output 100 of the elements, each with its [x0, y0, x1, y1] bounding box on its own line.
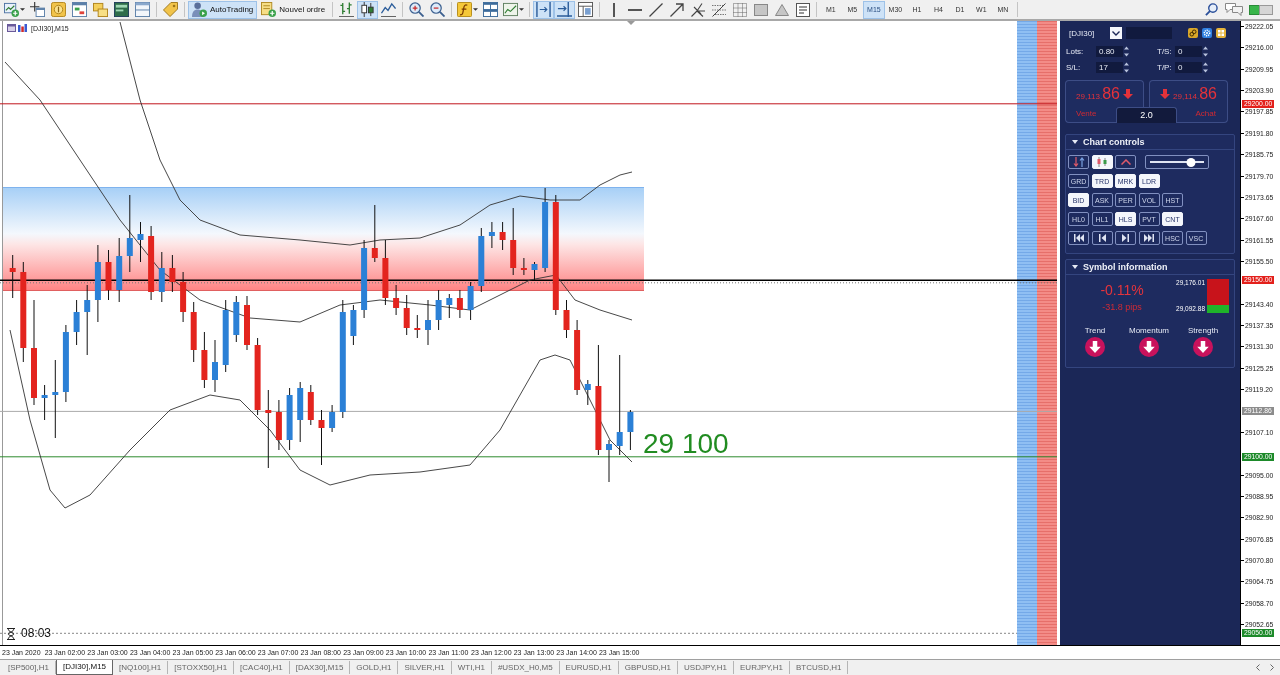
four-panes-icon — [483, 2, 499, 17]
document-plus-icon — [261, 2, 277, 17]
cross-window-icon — [30, 2, 45, 17]
chart-tab[interactable]: USDJPY,H1 — [678, 661, 735, 674]
ohlc-bars-icon — [339, 2, 355, 17]
rectangle-icon — [753, 3, 768, 16]
spin-arrows-icon[interactable] — [1203, 62, 1208, 73]
number-field[interactable]: 17 — [1096, 62, 1123, 73]
arrow-icon — [669, 2, 684, 17]
spin-arrows-icon[interactable] — [1124, 46, 1129, 57]
toggle-button[interactable] — [1068, 155, 1089, 169]
field-label: T/P: — [1157, 63, 1173, 72]
indicator-label: Trend — [1084, 326, 1106, 335]
input-field[interactable] — [1126, 27, 1172, 39]
chart-tab[interactable]: [CAC40],H1 — [234, 661, 290, 674]
chevron-down-icon — [1112, 30, 1120, 36]
number-field[interactable]: 0.80 — [1096, 46, 1123, 57]
chart-tab[interactable]: [STOXX50],H1 — [168, 661, 235, 674]
symbol-label: [DJI30] — [1068, 28, 1096, 38]
triangle-icon — [774, 3, 789, 16]
diagonal-line-icon — [648, 2, 663, 17]
toolbar-button[interactable] — [533, 0, 555, 19]
down-arrow-icon — [1160, 89, 1171, 99]
bracket-arrow-icon — [536, 2, 552, 17]
toolbar-button[interactable] — [501, 0, 527, 19]
number-field[interactable]: 0 — [1175, 46, 1202, 57]
chart-tab[interactable]: GOLD,H1 — [350, 661, 399, 674]
spin-arrows-icon[interactable] — [1203, 46, 1208, 57]
toolbar-button[interactable] — [27, 0, 48, 19]
chart-tab[interactable]: WTI,H1 — [451, 661, 492, 674]
slider-track[interactable] — [1144, 155, 1209, 169]
caret-icon — [1072, 265, 1078, 269]
step-button[interactable] — [1091, 231, 1113, 245]
person-play-icon — [192, 2, 207, 17]
step-button[interactable] — [1138, 231, 1160, 245]
pitchfork-icon — [690, 2, 705, 17]
line-chart-icon — [381, 2, 397, 17]
field-label: T/S: — [1157, 47, 1173, 56]
chart-tab[interactable]: EURUSD,H1 — [559, 661, 619, 674]
toolbar-button[interactable] — [69, 0, 90, 19]
up-down-arrows-icon — [1072, 157, 1085, 167]
range-bar — [1207, 279, 1229, 313]
indicator-label: Strength — [1187, 326, 1219, 335]
chain-icon[interactable] — [1188, 28, 1198, 38]
caret-icon — [473, 8, 479, 11]
change-percent: -0.11% — [1100, 282, 1144, 298]
section-header[interactable]: Chart controls — [1066, 135, 1234, 150]
chart-tab[interactable]: GBPUSD,H1 — [618, 661, 679, 674]
candlestick-icon — [360, 2, 376, 17]
dotted-grid-icon — [732, 2, 747, 17]
step-button[interactable] — [1115, 231, 1136, 245]
text-box-icon — [795, 2, 810, 17]
chevron-up-icon — [1120, 159, 1131, 165]
chart-tab[interactable]: #USDX_H0,M5 — [491, 661, 560, 674]
number-field[interactable]: 0 — [1175, 62, 1202, 73]
slider-thumb[interactable] — [1186, 157, 1196, 167]
window-blocks-icon — [72, 2, 87, 17]
folders-icon — [93, 2, 108, 17]
search-icon — [1205, 3, 1218, 16]
step-button[interactable] — [1068, 231, 1089, 245]
chart-tab[interactable]: EURJPY,H1 — [734, 661, 790, 674]
caret-icon — [519, 8, 525, 11]
function-icon — [457, 2, 473, 17]
chevron-right-icon[interactable] — [1270, 664, 1274, 671]
toggle-button[interactable] — [1115, 155, 1136, 169]
toolbar-button[interactable] — [111, 0, 132, 19]
toolbar-button[interactable] — [455, 0, 481, 19]
settings-icon[interactable] — [1202, 28, 1212, 38]
toolbar-button[interactable] — [554, 0, 576, 19]
toolbar-button[interactable] — [2, 0, 27, 19]
chevron-left-icon[interactable] — [1256, 664, 1260, 671]
chat-icon — [1225, 3, 1243, 16]
chart-tab[interactable]: [DAX30],M15 — [289, 661, 351, 674]
chart-tab[interactable]: [DJI30],M15 — [55, 660, 114, 675]
toolbar-button[interactable]: AutoTrading — [188, 0, 258, 19]
chart-tab[interactable]: [NQ100],H1 — [113, 661, 169, 674]
down-arrow-icon — [1122, 89, 1133, 99]
skip-back-icon — [1073, 234, 1084, 242]
toolbar-button[interactable] — [357, 0, 379, 19]
change-pips: -31.8 pips — [1102, 302, 1142, 312]
field-label: S/L: — [1065, 63, 1082, 72]
horizontal-line-icon — [627, 8, 642, 11]
window-grid-icon — [578, 2, 594, 17]
coins-icon — [51, 2, 66, 17]
spin-arrows-icon[interactable] — [1124, 62, 1129, 73]
connection-status-icon — [1249, 4, 1273, 15]
spread-field[interactable]: 2.0 — [1116, 107, 1177, 123]
indicator-label: Momentum — [1129, 326, 1169, 335]
dropdown-button[interactable] — [1110, 27, 1122, 39]
squares-icon[interactable] — [1216, 28, 1226, 38]
section-header[interactable]: Symbol information — [1066, 260, 1234, 275]
toolbar-button[interactable]: Nouvel ordre — [257, 0, 330, 19]
skip-forward-icon — [1144, 234, 1154, 242]
field-label: Lots: — [1065, 47, 1085, 56]
chart-tab[interactable]: [SP500],H1 — [2, 661, 56, 674]
chart-tab[interactable]: SILVER,H1 — [398, 661, 452, 674]
caret-icon — [1072, 140, 1078, 144]
candlestick-icon — [1096, 157, 1108, 167]
chart-tab[interactable]: BTCUSD,H1 — [790, 661, 849, 674]
vertical-line-icon — [612, 2, 615, 17]
